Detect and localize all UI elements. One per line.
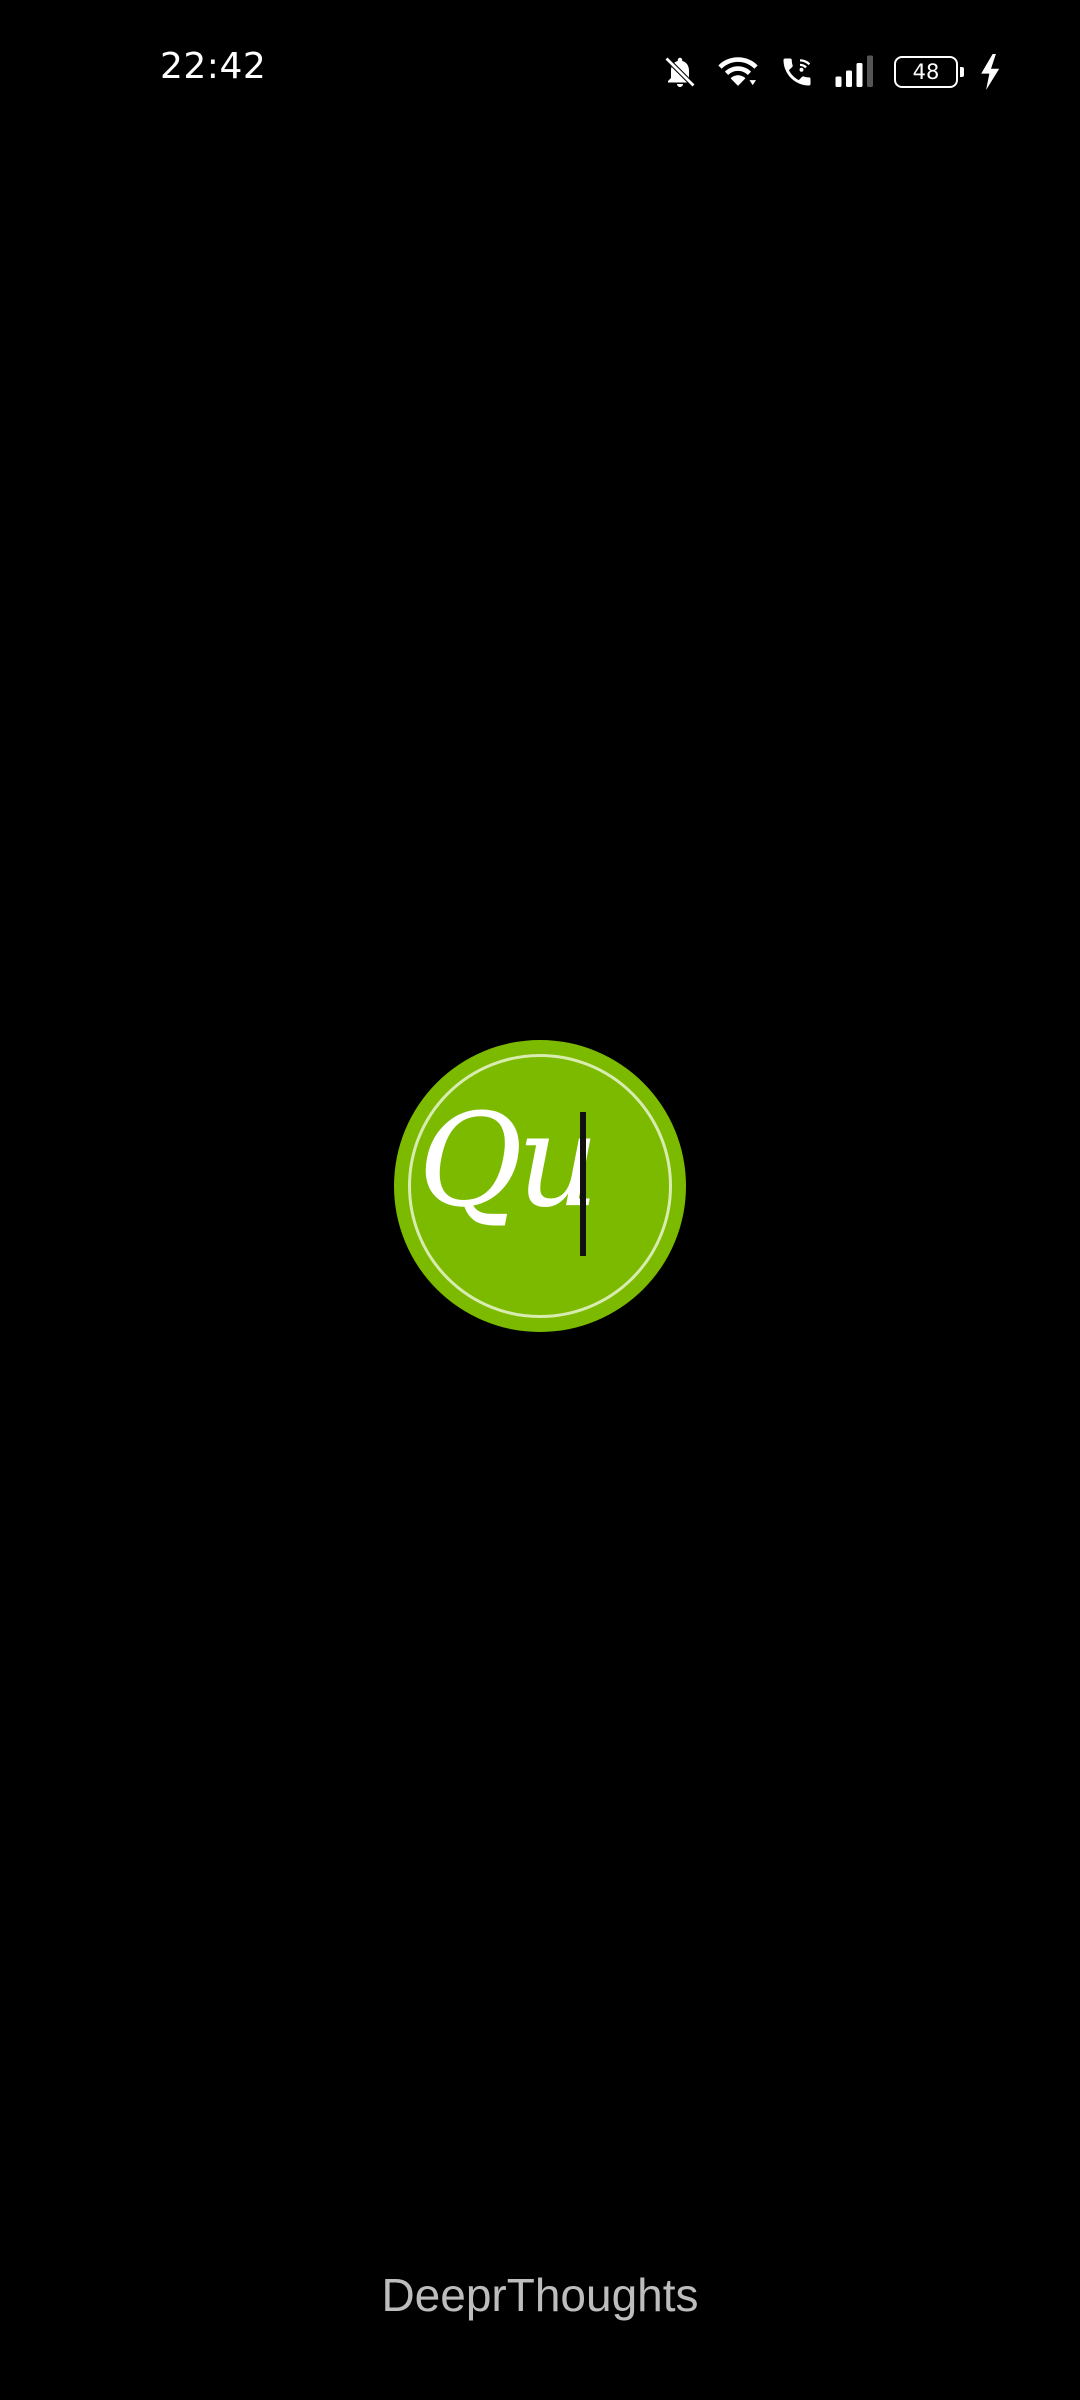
app-logo: Qu <box>394 1040 686 1332</box>
bell-muted-icon <box>662 54 698 90</box>
signal-icon <box>834 54 876 90</box>
logo-text: Qu <box>418 1087 599 1236</box>
battery-level: 48 <box>912 59 940 84</box>
charging-icon <box>980 54 1002 90</box>
brand-name: DeeprThoughts <box>381 2269 699 2321</box>
splash-screen: 22:42 48 Qu DeeprThoughts <box>0 0 1080 2400</box>
wifi-calling-icon <box>778 54 816 90</box>
status-icons: 48 <box>662 50 1002 94</box>
status-bar: 22:42 48 <box>0 0 1080 144</box>
logo-cursor <box>580 1112 586 1256</box>
battery-icon: 48 <box>894 56 964 88</box>
wifi-icon <box>716 54 760 90</box>
status-time: 22:42 <box>160 46 267 87</box>
